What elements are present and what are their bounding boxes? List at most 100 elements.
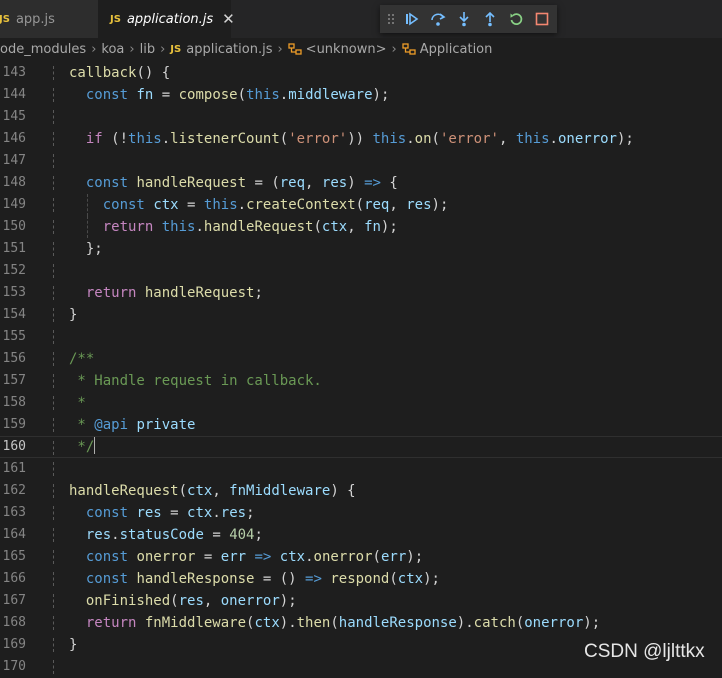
chevron-right-icon: › [391, 41, 397, 57]
tab-application-js[interactable]: JS application.js ✕ [98, 0, 235, 38]
watermark: CSDN @ljlttkx [584, 641, 705, 662]
code-line: 155 [0, 326, 722, 348]
code-text: return handleRequest; [85, 285, 263, 301]
code-line: 165 const onerror = err => ctx.onerror(e… [0, 546, 722, 568]
line-number: 170 [2, 659, 26, 674]
line-number: 161 [2, 461, 26, 476]
fold-guide [53, 176, 55, 190]
tab-bar: JS app.js JS application.js ✕ [0, 0, 722, 38]
fold-guide [53, 441, 55, 455]
code-line: 156 /** [0, 348, 722, 370]
breadcrumb-item-unknown[interactable]: <unknown> [306, 42, 387, 57]
chevron-right-icon: › [129, 41, 135, 57]
code-line: 150 return this.handleRequest(ctx, fn); [0, 216, 722, 238]
line-number: 155 [2, 329, 26, 344]
js-file-icon: JS [0, 13, 10, 25]
tab-app-js[interactable]: JS app.js [0, 0, 98, 38]
code-text: handleRequest(ctx, fnMiddleware) { [69, 483, 356, 499]
line-number: 147 [2, 153, 26, 168]
line-number: 156 [2, 351, 26, 366]
breadcrumb-item-lib[interactable]: lib [140, 42, 155, 57]
line-number: 148 [2, 175, 26, 190]
code-line: 149 const ctx = this.createContext(req, … [0, 194, 722, 216]
line-number: 158 [2, 395, 26, 410]
fold-guide [53, 330, 55, 344]
fold-guide [53, 66, 55, 80]
breadcrumb: ode_modules › koa › lib › JS application… [0, 38, 722, 60]
fold-guide [53, 572, 55, 586]
fold-guide [53, 132, 55, 146]
line-number: 166 [2, 571, 26, 586]
code-text: * [69, 395, 86, 411]
line-number: 164 [2, 527, 26, 542]
fold-guide [53, 550, 55, 564]
line-number: 157 [2, 373, 26, 388]
close-icon[interactable]: ✕ [222, 10, 235, 28]
line-number: 145 [2, 109, 26, 124]
js-file-icon: JS [170, 43, 182, 55]
breadcrumb-item-node-modules[interactable]: ode_modules [0, 42, 86, 57]
step-out-icon[interactable] [481, 5, 499, 33]
code-line: 153 return handleRequest; [0, 282, 722, 304]
code-text: const handleResponse = () => respond(ctx… [85, 571, 440, 587]
fold-guide [53, 242, 55, 256]
fold-guide [53, 638, 55, 652]
chevron-right-icon: › [160, 41, 166, 57]
step-into-icon[interactable] [455, 5, 473, 33]
fold-guide [53, 418, 55, 432]
fold-guide [53, 462, 55, 476]
continue-icon[interactable] [403, 5, 421, 33]
line-number: 168 [2, 615, 26, 630]
drag-handle-icon[interactable] [385, 5, 397, 33]
breadcrumb-item-file[interactable]: application.js [186, 42, 272, 57]
code-text: * @api private [69, 417, 196, 433]
restart-icon[interactable] [507, 5, 525, 33]
fold-guide [53, 308, 55, 322]
tab-label: application.js [126, 11, 214, 27]
fold-guide [53, 594, 55, 608]
fold-guide [53, 528, 55, 542]
fold-guide [53, 286, 55, 300]
fold-guide [53, 660, 55, 674]
line-number: 169 [2, 637, 26, 652]
fold-guide [53, 374, 55, 388]
line-number: 163 [2, 505, 26, 520]
code-line: 161 [0, 458, 722, 480]
symbol-class-icon [402, 43, 416, 55]
code-text: onFinished(res, onerror); [85, 593, 297, 609]
code-text: return fnMiddleware(ctx).then(handleResp… [85, 615, 601, 631]
js-file-icon: JS [110, 13, 121, 25]
code-text: const fn = compose(this.middleware); [85, 87, 390, 103]
breadcrumb-item-koa[interactable]: koa [101, 42, 124, 57]
fold-guide [53, 264, 55, 278]
code-text: * Handle request in callback. [69, 373, 322, 389]
fold-guide [53, 506, 55, 520]
chevron-right-icon: › [277, 41, 283, 57]
fold-guide [53, 220, 55, 234]
line-number: 149 [2, 197, 26, 212]
line-number: 153 [2, 285, 26, 300]
tab-label: app.js [15, 11, 55, 27]
step-over-icon[interactable] [429, 5, 447, 33]
line-number: 144 [2, 87, 26, 102]
code-line: 164 res.statusCode = 404; [0, 524, 722, 546]
fold-guide [53, 88, 55, 102]
code-text: } [69, 307, 78, 323]
code-line: 146 if (!this.listenerCount('error')) th… [0, 128, 722, 150]
code-line: 167 onFinished(res, onerror); [0, 590, 722, 612]
code-line: 168 return fnMiddleware(ctx).then(handle… [0, 612, 722, 634]
code-line: 159 * @api private [0, 414, 722, 436]
line-number: 162 [2, 483, 26, 498]
line-number: 146 [2, 131, 26, 146]
fold-guide [53, 484, 55, 498]
line-number: 167 [2, 593, 26, 608]
code-editor[interactable]: 143 callback() { 144 const fn = compose(… [0, 62, 722, 674]
code-text: /** [69, 351, 95, 367]
line-number: 160 [2, 439, 26, 454]
line-number: 150 [2, 219, 26, 234]
fold-guide [53, 110, 55, 124]
code-line: 144 const fn = compose(this.middleware); [0, 84, 722, 106]
line-number: 159 [2, 417, 26, 432]
breadcrumb-item-application[interactable]: Application [420, 42, 493, 57]
stop-icon[interactable] [533, 5, 551, 33]
